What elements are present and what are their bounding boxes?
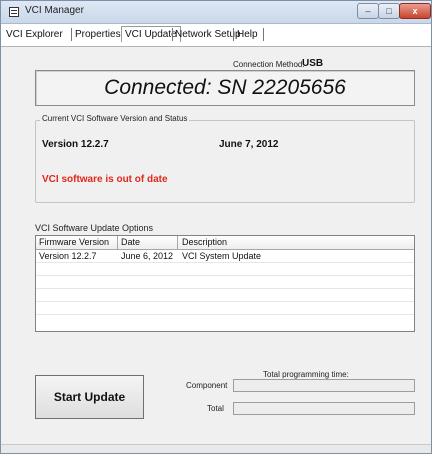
tab-help[interactable]: Help (237, 29, 258, 40)
empty-table-row (36, 263, 414, 276)
update-options-label: VCI Software Update Options (35, 223, 154, 233)
current-version-legend: Current VCI Software Version and Status (40, 114, 190, 123)
start-update-button[interactable]: Start Update (35, 375, 144, 419)
tab-separator (233, 28, 234, 41)
column-header-date[interactable]: Date (121, 237, 140, 247)
current-version-date: June 7, 2012 (219, 139, 279, 150)
status-bar (1, 444, 431, 453)
tab-network-setup[interactable]: Network Setup (175, 29, 241, 40)
tab-separator (172, 28, 173, 41)
cell-firmware-version: Version 12.2.7 (39, 251, 97, 261)
tab-separator (263, 28, 264, 41)
total-label: Total (207, 404, 224, 413)
connection-status-box: Connected: SN 22205656 (35, 70, 415, 106)
connection-method-label: Connection Method: (233, 60, 305, 69)
tab-separator (71, 28, 72, 41)
tab-properties[interactable]: Properties (75, 29, 121, 40)
cell-date: June 6, 2012 (121, 251, 174, 261)
empty-table-row (36, 289, 414, 302)
current-version: Version 12.2.7 (42, 139, 109, 150)
table-row[interactable]: Version 12.2.7 June 6, 2012 VCI System U… (36, 250, 414, 263)
firmware-table[interactable]: Firmware Version Date Description Versio… (35, 235, 415, 332)
component-label: Component (186, 381, 228, 390)
title-bar[interactable]: VCI Manager – □ x (1, 1, 431, 24)
window-title: VCI Manager (25, 5, 84, 16)
column-header-firmware-version[interactable]: Firmware Version (39, 237, 109, 247)
column-divider[interactable] (117, 236, 118, 249)
table-header: Firmware Version Date Description (36, 236, 414, 250)
column-divider[interactable] (177, 236, 178, 249)
tab-vci-explorer[interactable]: VCI Explorer (6, 29, 63, 40)
empty-table-row (36, 276, 414, 289)
total-progress-field (233, 402, 415, 415)
empty-table-row (36, 302, 414, 315)
close-button[interactable]: x (399, 3, 431, 19)
total-programming-time-label: Total programming time: (263, 370, 349, 379)
version-status-message: VCI software is out of date (42, 174, 168, 185)
app-icon (9, 7, 19, 17)
tab-bar: VCI Explorer Properties VCI Update Netwo… (1, 24, 431, 47)
connection-status-text: Connected: SN 22205656 (104, 76, 346, 99)
column-header-description[interactable]: Description (182, 237, 227, 247)
vci-manager-window: VCI Manager – □ x VCI Explorer Propertie… (0, 0, 432, 454)
component-progress-field (233, 379, 415, 392)
connection-method-value: USB (302, 58, 324, 69)
maximize-button[interactable]: □ (378, 3, 400, 19)
current-version-group: Current VCI Software Version and Status … (35, 114, 415, 203)
cell-description: VCI System Update (182, 251, 262, 261)
minimize-button[interactable]: – (357, 3, 379, 19)
